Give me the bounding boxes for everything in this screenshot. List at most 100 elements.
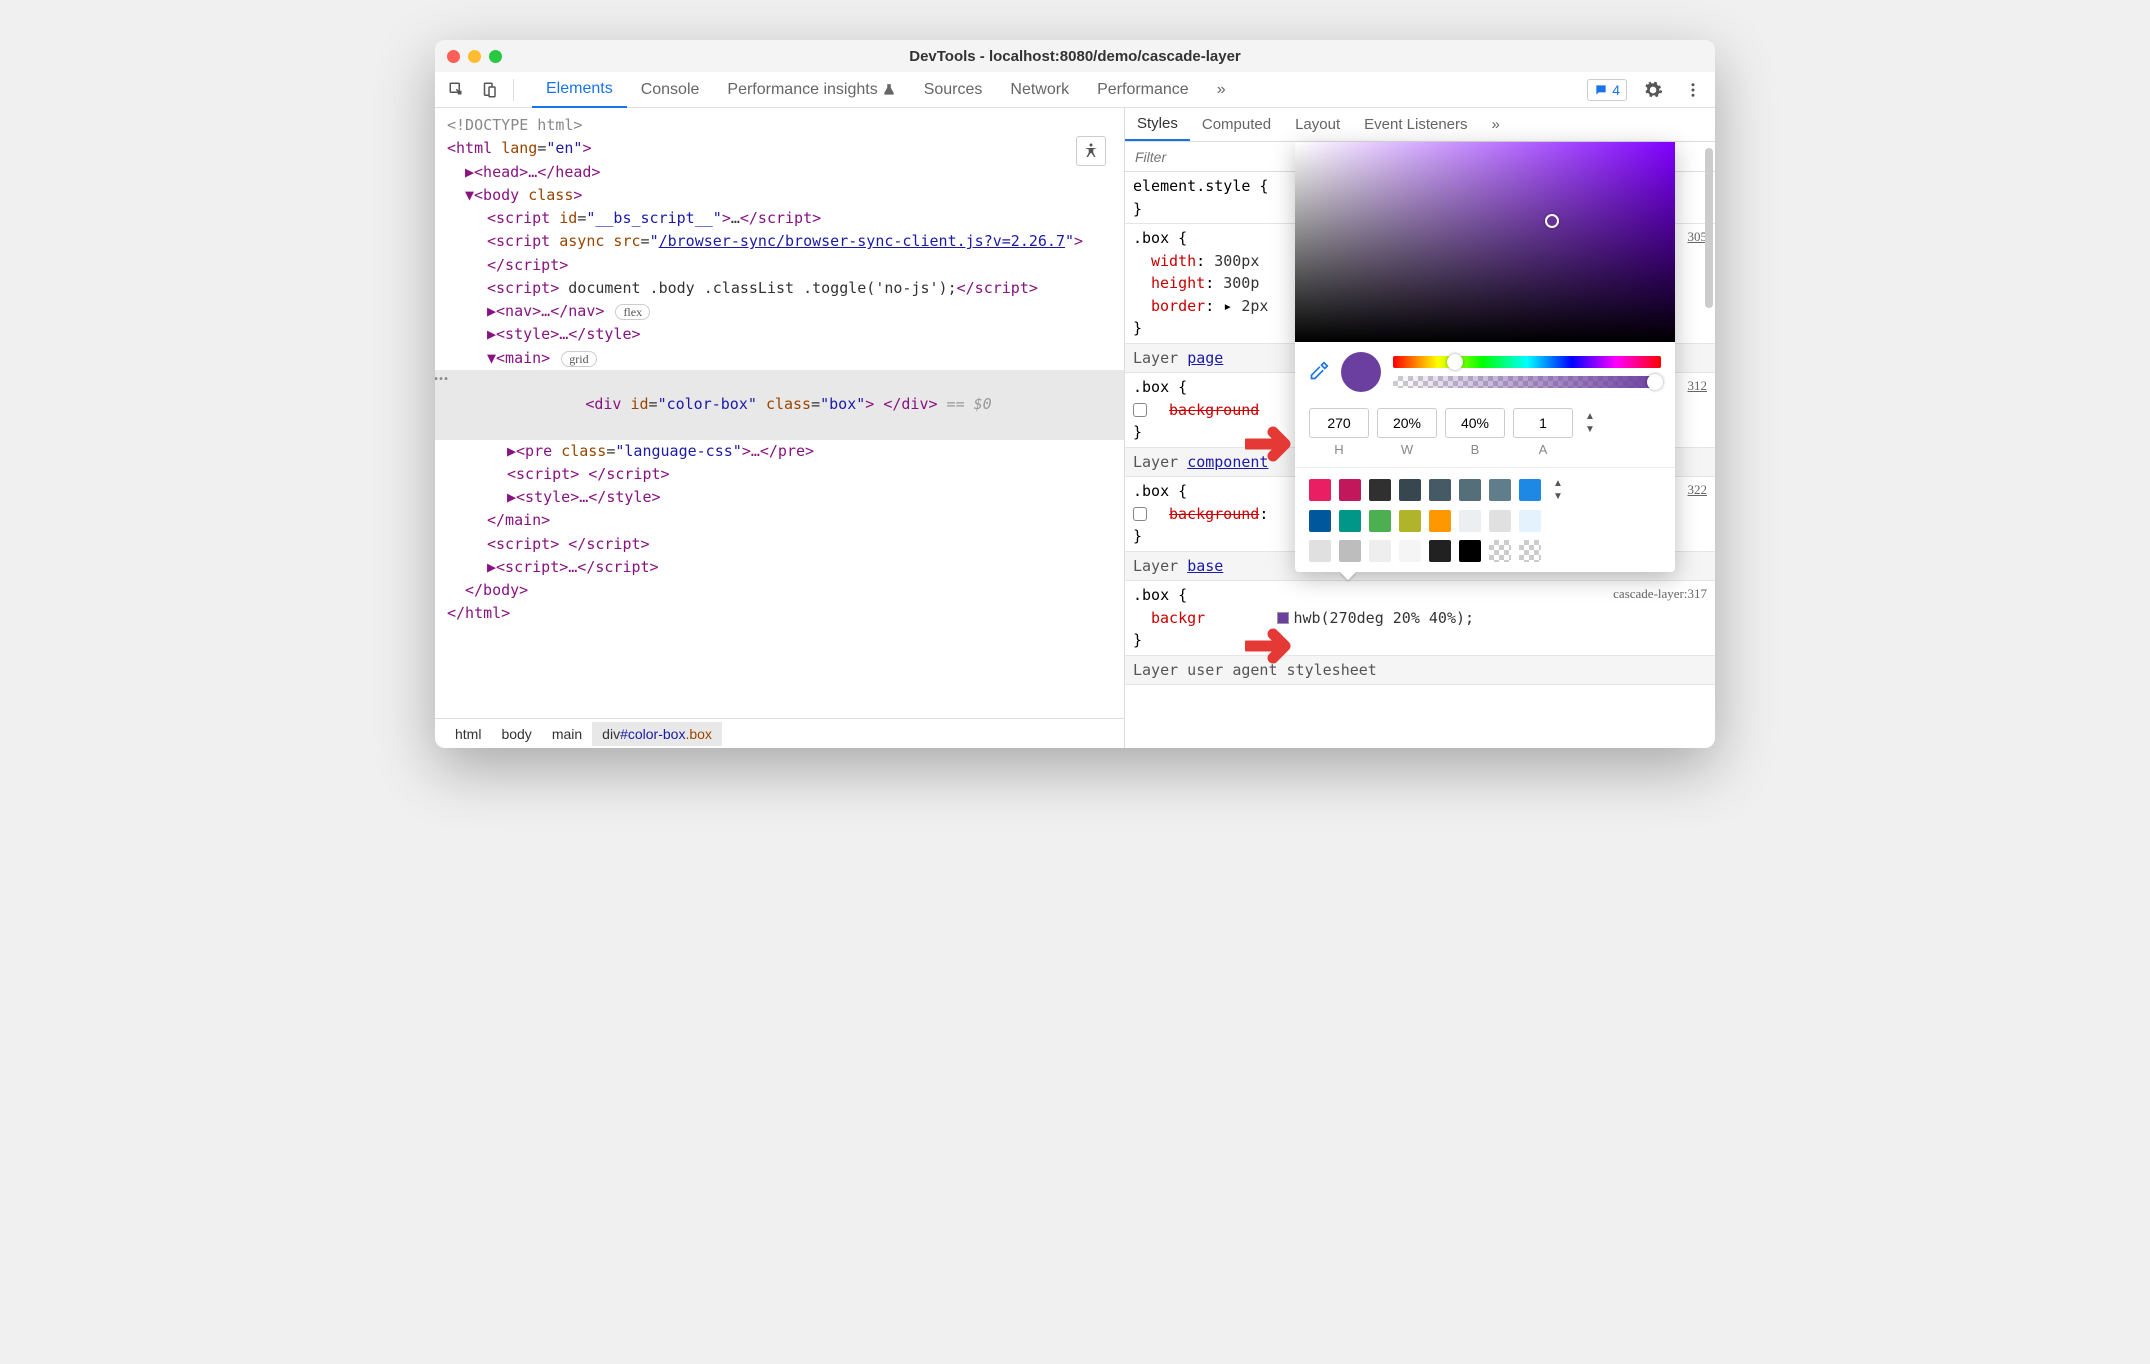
- scrollbar[interactable]: [1705, 148, 1713, 308]
- palette-swatch-transparent[interactable]: [1489, 540, 1511, 562]
- palette-swatch[interactable]: [1339, 540, 1361, 562]
- hue-slider[interactable]: [1393, 356, 1661, 368]
- palette-swatch[interactable]: [1399, 479, 1421, 501]
- palette-swatch[interactable]: [1339, 479, 1361, 501]
- palette-swatch[interactable]: [1399, 510, 1421, 532]
- tab-network[interactable]: Network: [996, 72, 1083, 108]
- palette-swatch[interactable]: [1459, 479, 1481, 501]
- crumb-main[interactable]: main: [542, 722, 592, 746]
- source-link[interactable]: cascade-layer:317: [1613, 584, 1707, 604]
- inspect-element-icon[interactable]: [443, 76, 471, 104]
- b-label: B: [1445, 442, 1505, 457]
- bg-property: backgr: [1151, 609, 1205, 627]
- dom-tree[interactable]: <!DOCTYPE html> <html lang="en"> ▶<head>…: [435, 108, 1124, 718]
- palette-swatch[interactable]: [1459, 540, 1481, 562]
- eyedropper-icon[interactable]: [1309, 361, 1329, 384]
- palette-swatch[interactable]: [1309, 479, 1331, 501]
- tab-label: Performance insights: [727, 81, 877, 99]
- selected-node[interactable]: <div id="color-box" class="box"> </div> …: [435, 370, 1124, 440]
- color-swatch[interactable]: [1277, 612, 1289, 624]
- h-input[interactable]: [1309, 408, 1369, 438]
- script-bs[interactable]: <script id="__bs_script__">…</script>: [447, 207, 1112, 230]
- layer-user-agent: Layer user agent stylesheet: [1125, 656, 1715, 686]
- palette-swatch[interactable]: [1369, 479, 1391, 501]
- tab-sources[interactable]: Sources: [910, 72, 997, 108]
- script-inline[interactable]: <script> document .body .classList .togg…: [447, 277, 1112, 300]
- palette-swatch[interactable]: [1489, 479, 1511, 501]
- palette-swatch[interactable]: [1459, 510, 1481, 532]
- box-rule-base[interactable]: cascade-layer:317 .box { backgr hwb(270d…: [1125, 581, 1715, 656]
- more-menu-icon[interactable]: [1679, 76, 1707, 104]
- palette-swatch[interactable]: [1519, 510, 1541, 532]
- saturation-cursor[interactable]: [1545, 214, 1559, 228]
- tab-console[interactable]: Console: [627, 72, 714, 108]
- w-input[interactable]: [1377, 408, 1437, 438]
- palette-swatch[interactable]: [1429, 540, 1451, 562]
- layer-base-link[interactable]: base: [1187, 557, 1223, 575]
- main-tabs: Elements Console Performance insights So…: [532, 72, 1240, 108]
- saturation-field[interactable]: [1295, 142, 1675, 342]
- styles-tab-layout[interactable]: Layout: [1283, 108, 1352, 141]
- window-title: DevTools - localhost:8080/demo/cascade-l…: [435, 48, 1715, 65]
- hwb-value[interactable]: hwb(270deg 20% 40%);: [1293, 609, 1474, 627]
- styles-tab-styles[interactable]: Styles: [1125, 108, 1190, 141]
- crumb-selected[interactable]: div#color-box.box: [592, 722, 722, 746]
- accessibility-icon[interactable]: [1076, 136, 1106, 166]
- breadcrumb: html body main div#color-box.box: [435, 718, 1124, 748]
- palette-swatch[interactable]: [1309, 540, 1331, 562]
- tab-performance[interactable]: Performance: [1083, 72, 1203, 108]
- script-4[interactable]: <script> </script>: [447, 463, 1112, 486]
- toggle-checkbox[interactable]: [1133, 403, 1147, 417]
- toggle-checkbox[interactable]: [1133, 507, 1147, 521]
- palette-swatch[interactable]: [1399, 540, 1421, 562]
- script-5[interactable]: <script> </script>: [447, 533, 1112, 556]
- source-link[interactable]: 312: [1688, 376, 1708, 396]
- tabs-overflow[interactable]: »: [1203, 72, 1240, 108]
- palette-swatch[interactable]: [1339, 510, 1361, 532]
- w-label: W: [1377, 442, 1437, 457]
- palette-swatch[interactable]: [1429, 479, 1451, 501]
- tab-elements[interactable]: Elements: [532, 72, 627, 108]
- body-close[interactable]: </body>: [447, 579, 1112, 602]
- script-sync[interactable]: <script async src="/browser-sync/browser…: [447, 230, 1112, 277]
- styles-tabs-overflow[interactable]: »: [1480, 108, 1512, 141]
- styles-tabs: Styles Computed Layout Event Listeners »: [1125, 108, 1715, 142]
- device-toggle-icon[interactable]: [475, 76, 503, 104]
- title-bar: DevTools - localhost:8080/demo/cascade-l…: [435, 40, 1715, 72]
- palette-swatch[interactable]: [1369, 540, 1391, 562]
- styles-tab-computed[interactable]: Computed: [1190, 108, 1283, 141]
- flex-badge[interactable]: flex: [615, 304, 650, 320]
- alpha-slider[interactable]: [1393, 376, 1661, 388]
- nav-node[interactable]: ▶<nav>…</nav> flex: [447, 300, 1112, 323]
- console-messages-badge[interactable]: 4: [1587, 79, 1627, 101]
- crumb-body[interactable]: body: [491, 722, 541, 746]
- styles-tab-listeners[interactable]: Event Listeners: [1352, 108, 1479, 141]
- palette-swatch-transparent[interactable]: [1519, 540, 1541, 562]
- html-close[interactable]: </html>: [447, 602, 1112, 625]
- palette-swatch[interactable]: [1519, 479, 1541, 501]
- b-input[interactable]: [1445, 408, 1505, 438]
- source-link[interactable]: 322: [1688, 480, 1708, 500]
- pre-node[interactable]: ▶<pre class="language-css">…</pre>: [447, 440, 1112, 463]
- body-open[interactable]: ▼<body class>: [447, 184, 1112, 207]
- palette-swatch[interactable]: [1429, 510, 1451, 532]
- palette-swatch[interactable]: [1309, 510, 1331, 532]
- main-close[interactable]: </main>: [447, 509, 1112, 532]
- crumb-html[interactable]: html: [445, 722, 491, 746]
- palette-stepper[interactable]: ▲▼: [1553, 478, 1561, 502]
- main-open[interactable]: ▼<main> grid: [447, 347, 1112, 370]
- style-node-1[interactable]: ▶<style>…</style>: [447, 323, 1112, 346]
- style-node-2[interactable]: ▶<style>…</style>: [447, 486, 1112, 509]
- layer-page-link[interactable]: page: [1187, 349, 1223, 367]
- palette-swatch[interactable]: [1489, 510, 1511, 532]
- tab-performance-insights[interactable]: Performance insights: [713, 72, 909, 108]
- head-node[interactable]: ▶<head>…</head>: [447, 161, 1112, 184]
- settings-icon[interactable]: [1639, 76, 1667, 104]
- a-input[interactable]: [1513, 408, 1573, 438]
- color-picker: ▲▼ H W B A ▲▼: [1295, 142, 1675, 572]
- script-6[interactable]: ▶<script>…</script>: [447, 556, 1112, 579]
- palette-swatch[interactable]: [1369, 510, 1391, 532]
- html-open[interactable]: <html lang="en">: [447, 137, 1112, 160]
- format-stepper[interactable]: ▲▼: [1585, 411, 1595, 435]
- grid-badge[interactable]: grid: [561, 351, 596, 367]
